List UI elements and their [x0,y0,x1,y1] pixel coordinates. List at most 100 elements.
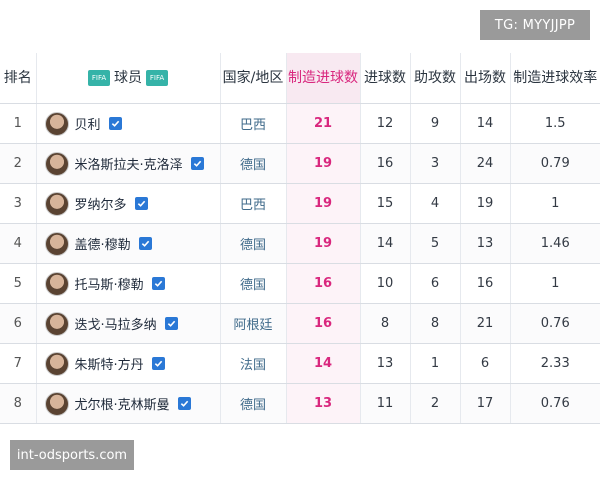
player-avatar [44,271,69,296]
player-name[interactable]: 米洛斯拉夫·克洛泽 [75,154,183,173]
player-avatar [44,311,69,336]
rank-cell: 6 [0,303,37,344]
appearances-cell: 14 [460,103,511,144]
efficiency-cell: 0.79 [510,143,600,184]
fifa-logo-icon: FIFA [88,70,110,86]
player-name[interactable]: 盖德·穆勒 [75,234,131,253]
header-country: 国家/地区 [220,53,287,104]
assists-cell: 5 [410,223,461,264]
assists-cell: 2 [410,383,461,424]
player-cell: 盖德·穆勒 [36,223,221,264]
rank-cell: 4 [0,223,37,264]
goals-cell: 11 [360,383,411,424]
table-row: 7 朱斯特·方丹 法国 14 13 1 6 2.33 [0,343,600,384]
table-row: 1 贝利 巴西 21 12 9 14 1.5 [0,103,600,144]
player-cell: 迭戈·马拉多纳 [36,303,221,344]
table-row: 4 盖德·穆勒 德国 19 14 5 13 1.46 [0,223,600,264]
player-name[interactable]: 罗纳尔多 [75,194,127,213]
country-cell: 德国 [220,143,287,184]
goals-cell: 12 [360,103,411,144]
verified-check-icon [138,237,152,250]
player-name[interactable]: 朱斯特·方丹 [75,354,144,373]
header-efficiency: 制造进球效率 [510,53,600,104]
verified-check-icon [151,277,165,290]
created-goals-cell: 16 [286,263,361,304]
player-avatar [44,111,69,136]
assists-cell: 9 [410,103,461,144]
efficiency-cell: 1.5 [510,103,600,144]
goals-cell: 10 [360,263,411,304]
table-row: 5 托马斯·穆勒 德国 16 10 6 16 1 [0,263,600,304]
assists-cell: 6 [410,263,461,304]
player-name[interactable]: 尤尔根·克林斯曼 [75,394,170,413]
rank-cell: 7 [0,343,37,384]
header-player: FIFA 球员 FIFA [36,53,221,104]
appearances-cell: 13 [460,223,511,264]
table-row: 3 罗纳尔多 巴西 19 15 4 19 1 [0,183,600,224]
player-avatar [44,231,69,256]
country-cell: 德国 [220,383,287,424]
created-goals-cell: 13 [286,383,361,424]
rank-cell: 3 [0,183,37,224]
header-appearances: 出场数 [460,53,511,104]
table-row: 2 米洛斯拉夫·克洛泽 德国 19 16 3 24 0.79 [0,143,600,184]
player-avatar [44,191,69,216]
player-avatar [44,391,69,416]
goals-cell: 16 [360,143,411,184]
header-assists: 助攻数 [410,53,461,104]
table-row: 6 迭戈·马拉多纳 阿根廷 16 8 8 21 0.76 [0,303,600,344]
assists-cell: 1 [410,343,461,384]
goals-cell: 14 [360,223,411,264]
rank-cell: 5 [0,263,37,304]
fifa-logo-icon: FIFA [146,70,168,86]
verified-check-icon [190,157,204,170]
player-cell: 朱斯特·方丹 [36,343,221,384]
country-cell: 阿根廷 [220,303,287,344]
efficiency-cell: 1.46 [510,223,600,264]
player-cell: 尤尔根·克林斯曼 [36,383,221,424]
country-cell: 法国 [220,343,287,384]
player-name[interactable]: 贝利 [75,114,101,133]
efficiency-cell: 1 [510,183,600,224]
created-goals-cell: 19 [286,223,361,264]
country-cell: 德国 [220,263,287,304]
player-name[interactable]: 托马斯·穆勒 [75,274,144,293]
verified-check-icon [108,117,122,130]
verified-check-icon [177,397,191,410]
created-goals-cell: 19 [286,183,361,224]
player-cell: 贝利 [36,103,221,144]
rank-cell: 8 [0,383,37,424]
player-avatar [44,351,69,376]
verified-check-icon [164,317,178,330]
efficiency-cell: 2.33 [510,343,600,384]
goals-cell: 8 [360,303,411,344]
table-header-row: 排名 FIFA 球员 FIFA 国家/地区 制造进球数 进球数 助攻数 出场数 … [0,53,600,104]
created-goals-cell: 19 [286,143,361,184]
created-goals-cell: 14 [286,343,361,384]
verified-check-icon [151,357,165,370]
player-name[interactable]: 迭戈·马拉多纳 [75,314,157,333]
player-stats-table: 排名 FIFA 球员 FIFA 国家/地区 制造进球数 进球数 助攻数 出场数 … [0,53,600,424]
verified-check-icon [134,197,148,210]
player-cell: 罗纳尔多 [36,183,221,224]
appearances-cell: 6 [460,343,511,384]
player-cell: 米洛斯拉夫·克洛泽 [36,143,221,184]
table-row: 8 尤尔根·克林斯曼 德国 13 11 2 17 0.76 [0,383,600,424]
watermark-top: TG: MYYJJPP [480,10,590,40]
appearances-cell: 16 [460,263,511,304]
goals-cell: 15 [360,183,411,224]
assists-cell: 8 [410,303,461,344]
appearances-cell: 24 [460,143,511,184]
rank-cell: 1 [0,103,37,144]
appearances-cell: 17 [460,383,511,424]
efficiency-cell: 0.76 [510,303,600,344]
appearances-cell: 19 [460,183,511,224]
created-goals-cell: 16 [286,303,361,344]
header-rank: 排名 [0,53,37,104]
goals-cell: 13 [360,343,411,384]
rank-cell: 2 [0,143,37,184]
player-avatar [44,151,69,176]
efficiency-cell: 0.76 [510,383,600,424]
country-cell: 巴西 [220,183,287,224]
created-goals-cell: 21 [286,103,361,144]
